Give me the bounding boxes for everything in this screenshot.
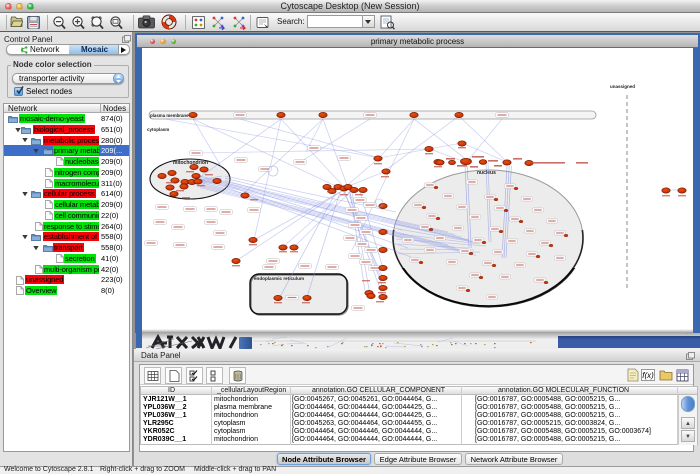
svg-text:cytoplasm: cytoplasm	[147, 127, 169, 132]
svg-text:unassigned: unassigned	[610, 84, 635, 89]
svg-text:plasma membrane: plasma membrane	[150, 113, 189, 118]
svg-text:endoplasmic reticulum: endoplasmic reticulum	[254, 276, 304, 281]
